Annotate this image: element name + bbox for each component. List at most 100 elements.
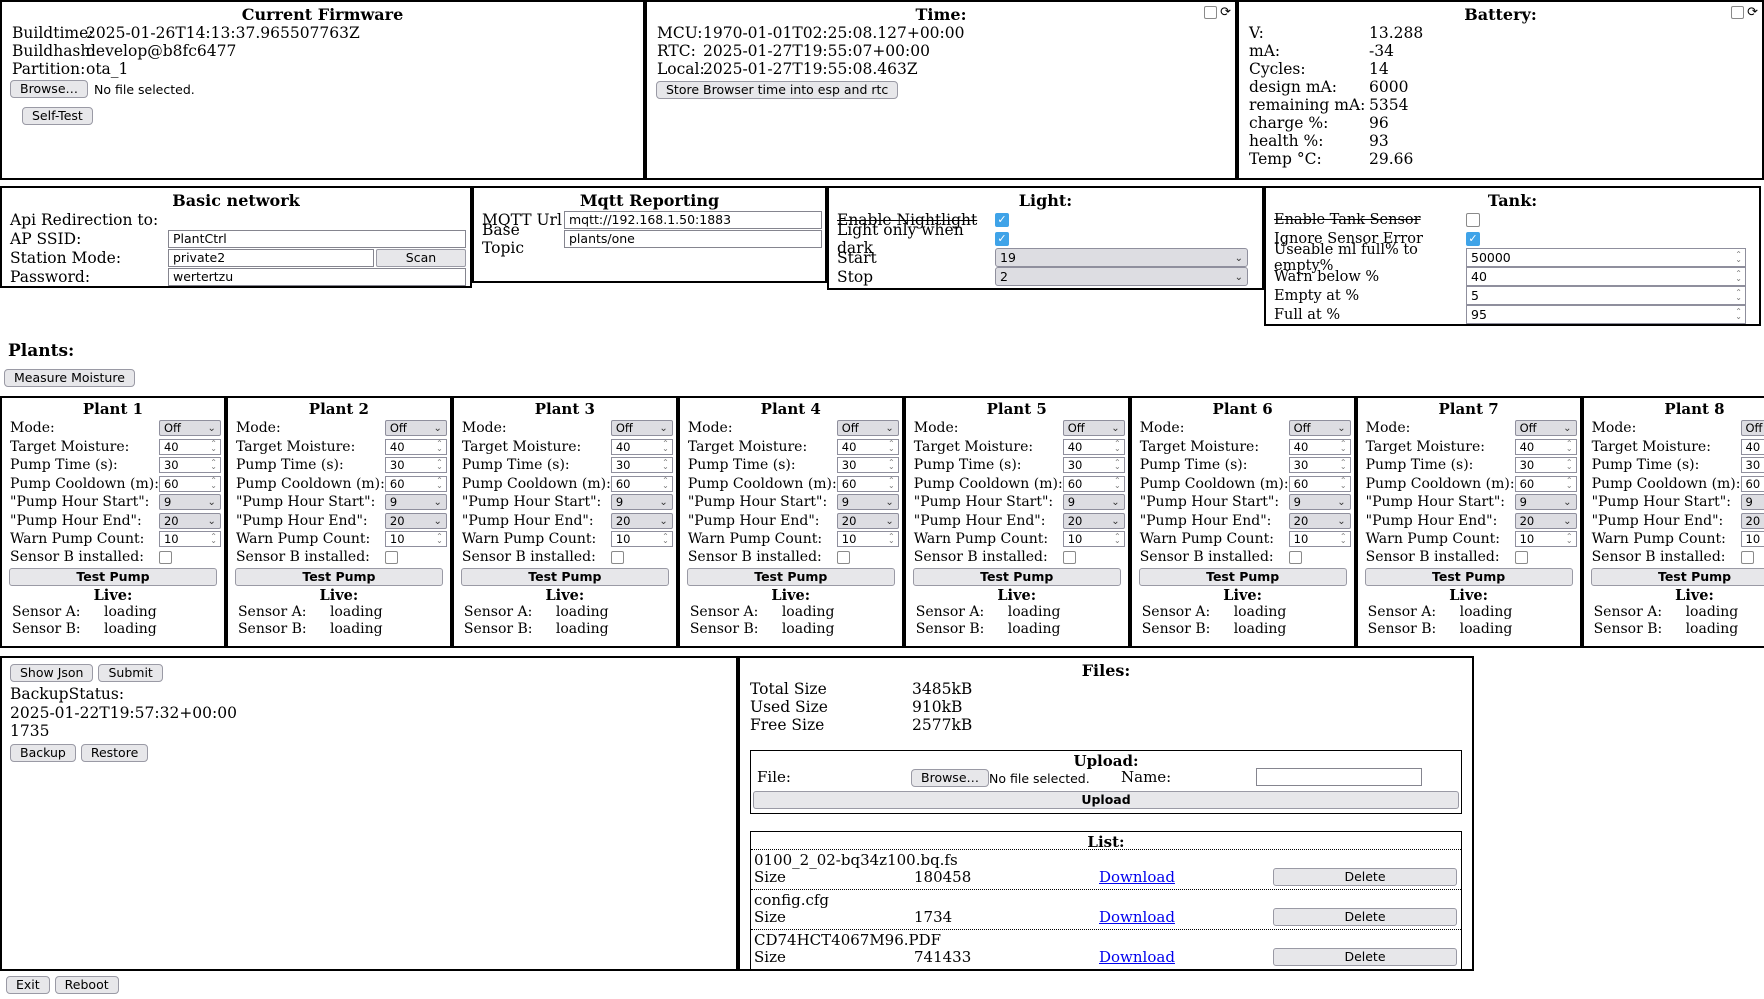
store-browser-time-button[interactable]: Store Browser time into esp and rtc (656, 81, 898, 99)
time-refresh-icon[interactable]: ⟳ (1220, 6, 1231, 19)
spinner-icon[interactable] (1566, 442, 1576, 451)
pump-hour-end-select[interactable]: 20 (1289, 513, 1351, 529)
spinner-icon[interactable] (662, 461, 672, 470)
warn-pump-count-input[interactable]: 10 (1289, 531, 1351, 547)
battery-refresh-icon[interactable]: ⟳ (1747, 6, 1758, 19)
time-autorefresh-checkbox[interactable] (1204, 6, 1217, 19)
tank-number-input[interactable]: 95 (1466, 305, 1746, 324)
pump-hour-start-select[interactable]: 9 (159, 494, 221, 510)
test-pump-button[interactable]: Test Pump (1139, 568, 1347, 586)
spinner-icon[interactable] (210, 535, 220, 544)
pump-cooldown-input[interactable]: 60 (1289, 476, 1351, 492)
exit-button[interactable]: Exit (6, 976, 50, 994)
warn-pump-count-input[interactable]: 10 (159, 531, 221, 547)
spinner-icon[interactable] (1114, 535, 1124, 544)
spinner-icon[interactable] (436, 461, 446, 470)
pump-hour-start-select[interactable]: 9 (1515, 494, 1577, 510)
test-pump-button[interactable]: Test Pump (913, 568, 1121, 586)
warn-pump-count-input[interactable]: 10 (385, 531, 447, 547)
delete-button[interactable]: Delete (1273, 908, 1457, 926)
pump-cooldown-input[interactable]: 60 (1741, 476, 1764, 492)
test-pump-button[interactable]: Test Pump (687, 568, 895, 586)
spinner-icon[interactable] (1735, 310, 1745, 319)
spinner-icon[interactable] (888, 442, 898, 451)
mode-select[interactable]: Off (385, 420, 447, 436)
target-moisture-input[interactable]: 40 (1741, 439, 1764, 455)
restore-button[interactable]: Restore (81, 744, 148, 762)
target-moisture-input[interactable]: 40 (837, 439, 899, 455)
spinner-icon[interactable] (436, 479, 446, 488)
station-mode-input[interactable] (168, 249, 374, 267)
pump-cooldown-input[interactable]: 60 (1063, 476, 1125, 492)
pump-hour-start-select[interactable]: 9 (1063, 494, 1125, 510)
tank-number-input[interactable]: 40 (1466, 267, 1746, 286)
download-link[interactable]: Download (1099, 948, 1175, 966)
spinner-icon[interactable] (1114, 442, 1124, 451)
pump-cooldown-input[interactable]: 60 (611, 476, 673, 492)
pump-time-input[interactable]: 30 (1289, 457, 1351, 473)
spinner-icon[interactable] (1566, 535, 1576, 544)
target-moisture-input[interactable]: 40 (159, 439, 221, 455)
pump-cooldown-input[interactable]: 60 (159, 476, 221, 492)
mode-select[interactable]: Off (837, 420, 899, 436)
pump-cooldown-input[interactable]: 60 (837, 476, 899, 492)
sensor-b-installed-checkbox[interactable] (1741, 551, 1754, 564)
target-moisture-input[interactable]: 40 (385, 439, 447, 455)
download-link[interactable]: Download (1099, 908, 1175, 926)
download-link[interactable]: Download (1099, 868, 1175, 886)
base-topic-input[interactable] (564, 230, 822, 248)
pump-hour-end-select[interactable]: 20 (1741, 513, 1764, 529)
delete-button[interactable]: Delete (1273, 948, 1457, 966)
spinner-icon[interactable] (1114, 479, 1124, 488)
spinner-icon[interactable] (210, 442, 220, 451)
pump-hour-end-select[interactable]: 20 (385, 513, 447, 529)
upload-browse-button[interactable]: Browse… (911, 769, 989, 787)
pump-hour-start-select[interactable]: 9 (1289, 494, 1351, 510)
warn-pump-count-input[interactable]: 10 (1741, 531, 1764, 547)
pump-hour-end-select[interactable]: 20 (1063, 513, 1125, 529)
test-pump-button[interactable]: Test Pump (9, 568, 217, 586)
warn-pump-count-input[interactable]: 10 (611, 531, 673, 547)
mode-select[interactable]: Off (1515, 420, 1577, 436)
test-pump-button[interactable]: Test Pump (461, 568, 669, 586)
test-pump-button[interactable]: Test Pump (1591, 568, 1764, 586)
spinner-icon[interactable] (210, 479, 220, 488)
mode-select[interactable]: Off (1289, 420, 1351, 436)
test-pump-button[interactable]: Test Pump (235, 568, 443, 586)
spinner-icon[interactable] (1735, 272, 1745, 281)
sensor-b-installed-checkbox[interactable] (1063, 551, 1076, 564)
spinner-icon[interactable] (1114, 461, 1124, 470)
selftest-button[interactable]: Self-Test (22, 107, 93, 125)
spinner-icon[interactable] (1735, 291, 1745, 300)
measure-moisture-button[interactable]: Measure Moisture (4, 369, 135, 387)
mode-select[interactable]: Off (1741, 420, 1764, 436)
password-input[interactable] (168, 268, 466, 286)
tank-number-input[interactable]: 5 (1466, 286, 1746, 305)
spinner-icon[interactable] (436, 535, 446, 544)
tank-number-input[interactable]: 50000 (1466, 248, 1746, 267)
warn-pump-count-input[interactable]: 10 (1063, 531, 1125, 547)
spinner-icon[interactable] (662, 535, 672, 544)
show-json-button[interactable]: Show Json (10, 664, 93, 682)
spinner-icon[interactable] (1735, 253, 1745, 262)
warn-pump-count-input[interactable]: 10 (837, 531, 899, 547)
pump-hour-start-select[interactable]: 9 (611, 494, 673, 510)
pump-time-input[interactable]: 30 (1515, 457, 1577, 473)
delete-button[interactable]: Delete (1273, 868, 1457, 886)
target-moisture-input[interactable]: 40 (1289, 439, 1351, 455)
backup-button[interactable]: Backup (10, 744, 76, 762)
mode-select[interactable]: Off (611, 420, 673, 436)
pump-hour-end-select[interactable]: 20 (837, 513, 899, 529)
spinner-icon[interactable] (1340, 442, 1350, 451)
mode-select[interactable]: Off (159, 420, 221, 436)
spinner-icon[interactable] (662, 479, 672, 488)
pump-cooldown-input[interactable]: 60 (1515, 476, 1577, 492)
target-moisture-input[interactable]: 40 (611, 439, 673, 455)
pump-cooldown-input[interactable]: 60 (385, 476, 447, 492)
ignore-sensor-error-checkbox[interactable] (1466, 232, 1480, 246)
enable-nightlight-checkbox[interactable] (995, 213, 1009, 227)
sensor-b-installed-checkbox[interactable] (1515, 551, 1528, 564)
spinner-icon[interactable] (1340, 461, 1350, 470)
pump-time-input[interactable]: 30 (837, 457, 899, 473)
target-moisture-input[interactable]: 40 (1515, 439, 1577, 455)
